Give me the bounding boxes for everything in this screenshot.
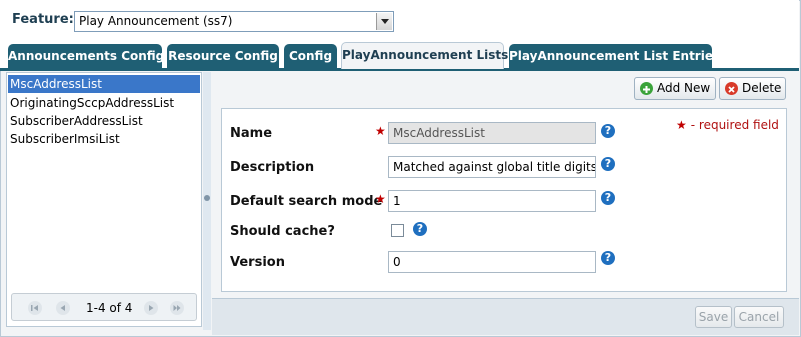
toolbar: Add New Delete (214, 74, 794, 104)
version-field[interactable]: 0 (388, 251, 596, 273)
panel-splitter[interactable] (203, 72, 211, 330)
chevron-down-icon[interactable] (376, 13, 392, 30)
help-icon[interactable]: ? (601, 157, 615, 171)
list-item[interactable]: MscAddressList (8, 75, 200, 93)
cancel-button[interactable]: Cancel (734, 306, 784, 328)
delete-icon (725, 82, 738, 95)
required-star-icon: ★ (375, 124, 386, 138)
tab-config[interactable]: Config (284, 44, 337, 69)
save-button[interactable]: Save (695, 306, 732, 328)
tab-announcements-config[interactable]: Announcements Config (8, 44, 164, 69)
required-star-icon: ★ (676, 118, 687, 132)
should-cache-label: Should cache? (230, 224, 335, 239)
first-page-icon[interactable] (28, 301, 42, 315)
feature-select[interactable]: Play Announcement (ss7) (74, 11, 394, 32)
required-star-icon: ★ (375, 192, 386, 206)
pager-status: 1-4 of 4 (86, 301, 133, 315)
last-page-icon[interactable] (170, 301, 184, 315)
tab-playannouncement-list-entries[interactable]: PlayAnnouncement List Entries (509, 44, 720, 69)
help-icon[interactable]: ? (413, 222, 427, 236)
description-field[interactable]: Matched against global title digits of (388, 156, 596, 178)
default-search-mode-label: Default search mode (230, 194, 383, 209)
required-field-note: ★ - required field (676, 118, 779, 132)
help-icon[interactable]: ? (601, 251, 615, 265)
default-search-mode-field[interactable]: 1 (388, 190, 596, 212)
help-icon[interactable]: ? (601, 191, 615, 205)
add-new-button[interactable]: Add New (634, 77, 716, 100)
add-new-label: Add New (657, 81, 711, 95)
should-cache-checkbox[interactable] (391, 224, 404, 237)
pager: 1-4 of 4 (11, 293, 197, 321)
prev-page-icon[interactable] (56, 301, 70, 315)
next-page-icon[interactable] (144, 301, 158, 315)
tab-resource-config[interactable]: Resource Config (167, 44, 279, 69)
detail-form: ★ - required field Name ★ MscAddressList … (221, 108, 787, 292)
help-icon[interactable]: ? (601, 124, 615, 138)
description-label: Description (230, 160, 315, 175)
tab-playannouncement-lists[interactable]: PlayAnnouncement Lists (341, 42, 508, 69)
feature-label: Feature: (12, 12, 74, 27)
name-label: Name (230, 126, 273, 141)
list-panel: MscAddressList OriginatingSccpAddressLis… (6, 72, 202, 327)
feature-row: Feature: Play Announcement (ss7) (0, 0, 799, 42)
feature-select-value: Play Announcement (ss7) (79, 14, 233, 28)
delete-label: Delete (742, 81, 782, 95)
delete-button[interactable]: Delete (719, 77, 786, 100)
list-item[interactable]: SubscriberImsiList (8, 130, 200, 148)
required-note-text: - required field (690, 118, 779, 132)
plus-icon (640, 82, 653, 95)
version-label: Version (230, 255, 285, 270)
list-item[interactable]: SubscriberAddressList (8, 112, 200, 130)
list-item[interactable]: OriginatingSccpAddressList (8, 94, 200, 112)
splitter-handle-icon[interactable] (204, 195, 210, 201)
form-footer: Save Cancel (212, 298, 799, 335)
name-field[interactable]: MscAddressList (388, 122, 596, 144)
